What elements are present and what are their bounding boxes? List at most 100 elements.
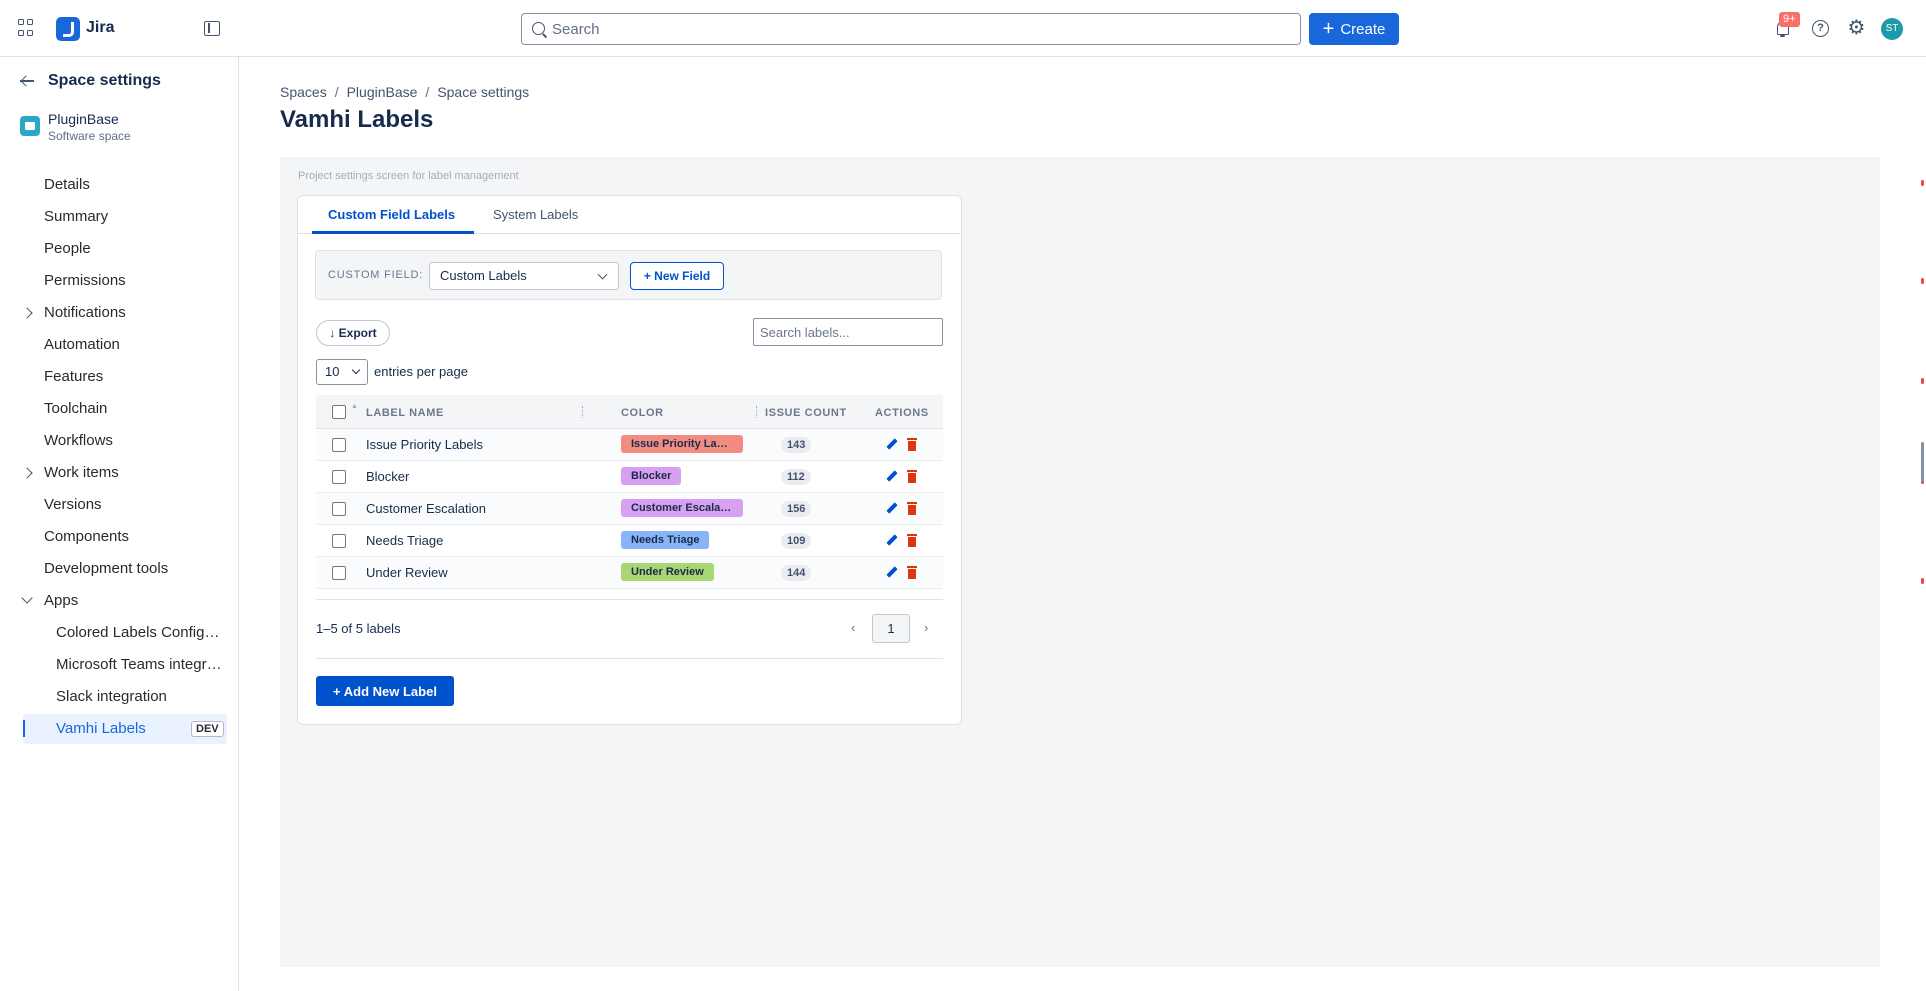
entries-per-page-label: entries per page [374,364,468,379]
row-checkbox[interactable] [332,534,346,548]
help-icon[interactable]: ? [1812,20,1829,37]
page-title: Vamhi Labels [280,106,434,133]
chevron-down-icon [351,365,361,375]
sidebar-item-toolchain[interactable]: Toolchain [44,396,107,422]
chevron-right-icon[interactable] [21,467,33,479]
row-checkbox[interactable] [332,438,346,452]
column-header-issue-count[interactable]: ISSUE COUNT [765,407,847,419]
pagination-summary: 1–5 of 5 labels [316,621,401,636]
color-pill: Customer Escalation [621,499,743,517]
breadcrumb-project[interactable]: PluginBase [347,84,418,100]
sidebar-item-details[interactable]: Details [44,172,90,198]
sidebar-item-summary[interactable]: Summary [44,204,108,230]
sort-indicator-icon[interactable]: ▲ [351,403,358,410]
sidebar-item-workflows[interactable]: Workflows [44,428,113,454]
column-header-color[interactable]: COLOR [621,407,664,419]
sidebar-item-apps[interactable]: Apps [44,588,78,614]
global-search[interactable] [521,13,1301,45]
edit-pencil-icon[interactable] [885,502,899,516]
sidebar-item-permissions[interactable]: Permissions [44,268,126,294]
create-button-label: Create [1340,20,1386,38]
global-search-input[interactable] [552,19,1292,39]
label-name: Under Review [366,565,448,580]
breadcrumb-space-settings[interactable]: Space settings [437,84,529,100]
edit-pencil-icon[interactable] [885,470,899,484]
delete-trash-icon[interactable] [907,470,917,483]
sidebar-item-notifications[interactable]: Notifications [44,300,126,326]
active-tab-underline [312,231,474,234]
row-checkbox[interactable] [332,566,346,580]
app-name[interactable]: Jira [86,19,114,37]
row-checkbox[interactable] [332,502,346,516]
edit-pencil-icon[interactable] [885,438,899,452]
custom-field-toolbar: CUSTOM FIELD: Custom Labels + New Field [315,250,942,300]
entries-per-page-value: 10 [325,364,340,379]
edge-marker [1921,180,1924,186]
labels-table: ▲ LABEL NAME COLOR ISSUE COUNT ACTIONS I… [316,395,943,589]
sidebar-item-development-tools[interactable]: Development tools [44,556,168,582]
color-pill: Issue Priority Labels [621,435,743,453]
previous-page-button[interactable]: ‹ [851,620,855,635]
column-resize-handle[interactable] [582,406,584,418]
tab-system-labels[interactable]: System Labels [493,207,578,222]
search-labels-input[interactable] [753,318,943,346]
delete-trash-icon[interactable] [907,502,917,515]
sidebar-toggle-icon[interactable] [204,21,220,36]
project-name[interactable]: PluginBase [48,111,119,127]
color-pill: Needs Triage [621,531,710,549]
labels-card: Custom Field Labels System Labels CUSTOM… [297,195,962,725]
custom-field-select[interactable]: Custom Labels [429,262,619,290]
color-pill: Under Review [621,563,714,581]
custom-field-select-value: Custom Labels [440,268,527,283]
tab-custom-field-labels[interactable]: Custom Field Labels [328,207,455,222]
sidebar-item-versions[interactable]: Versions [44,492,102,518]
edit-pencil-icon[interactable] [885,566,899,580]
delete-trash-icon[interactable] [907,438,917,451]
sidebar-item-automation[interactable]: Automation [44,332,120,358]
delete-trash-icon[interactable] [907,534,917,547]
chevron-down-icon[interactable] [21,592,33,604]
breadcrumb-spaces[interactable]: Spaces [280,84,327,100]
label-name: Customer Escalation [366,501,486,516]
edit-pencil-icon[interactable] [885,534,899,548]
column-header-actions: ACTIONS [875,407,929,419]
table-row: Customer Escalation Customer Escalation … [316,493,943,525]
user-avatar[interactable]: ST [1881,18,1903,40]
settings-gear-icon[interactable]: ⚙ [1847,18,1866,38]
add-new-label-button[interactable]: + Add New Label [316,676,454,706]
sidebar-item-components[interactable]: Components [44,524,129,550]
delete-trash-icon[interactable] [907,566,917,579]
search-icon [532,22,545,35]
issue-count-badge: 144 [781,565,812,581]
app-switcher-icon[interactable] [18,19,36,37]
sidebar: Space settings PluginBase Software space… [0,57,239,991]
next-page-button[interactable]: › [924,620,928,635]
new-field-button[interactable]: + New Field [630,262,724,290]
table-row: Needs Triage Needs Triage 109 [316,525,943,557]
edge-marker [1921,378,1924,384]
export-button[interactable]: ↓ Export [316,320,390,346]
table-header: ▲ LABEL NAME COLOR ISSUE COUNT ACTIONS [316,395,943,429]
select-all-checkbox[interactable] [332,405,346,419]
sidebar-app-slack[interactable]: Slack integration [56,684,224,710]
scrollbar-thumb[interactable] [1921,442,1924,482]
sidebar-app-colored-labels[interactable]: Colored Labels Configuration [56,620,224,646]
column-resize-handle[interactable] [756,406,758,418]
divider [316,658,943,659]
sidebar-item-work-items[interactable]: Work items [44,460,119,486]
column-header-label-name[interactable]: LABEL NAME [366,407,444,419]
custom-field-label: CUSTOM FIELD: [328,269,424,281]
sidebar-item-people[interactable]: People [44,236,91,262]
sidebar-item-features[interactable]: Features [44,364,103,390]
create-button[interactable]: + Create [1309,13,1399,45]
sidebar-app-microsoft-teams[interactable]: Microsoft Teams integration [56,652,224,678]
entries-per-page-select[interactable]: 10 [316,359,368,385]
back-arrow-icon[interactable] [19,73,35,89]
current-page-button[interactable]: 1 [872,614,910,643]
plus-icon: + [1322,18,1335,40]
issue-count-badge: 143 [781,437,812,453]
chevron-right-icon[interactable] [21,307,33,319]
jira-logo-icon[interactable] [56,17,80,41]
row-checkbox[interactable] [332,470,346,484]
app-content-frame: Project settings screen for label manage… [280,157,1880,967]
